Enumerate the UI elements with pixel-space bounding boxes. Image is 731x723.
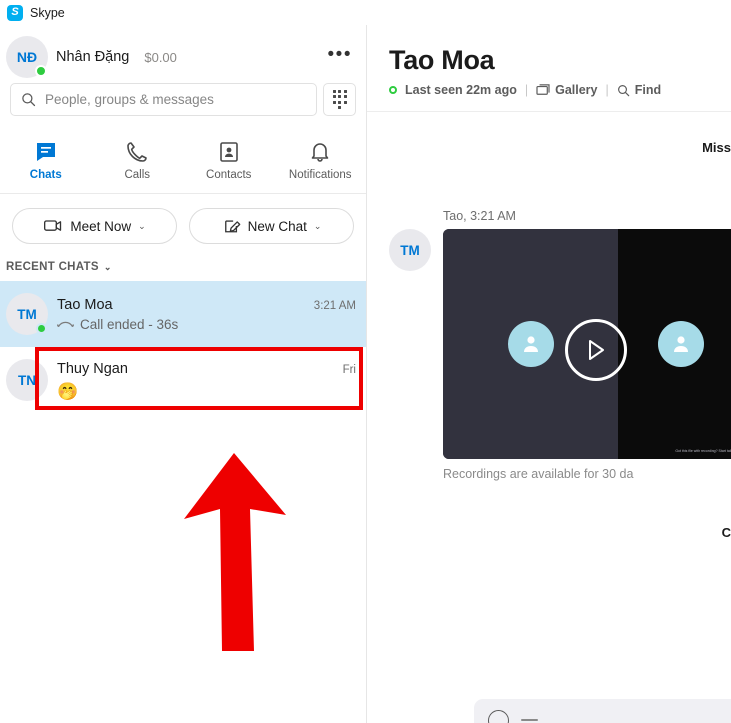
skype-logo-icon: S (7, 4, 23, 21)
presence-ring-icon (389, 86, 397, 94)
new-chat-button[interactable]: New Chat ⌄ (189, 208, 354, 244)
chat-item-preview: 🤭 (57, 381, 356, 400)
window-title: Skype (30, 5, 65, 20)
gallery-label: Gallery (555, 83, 598, 97)
avatar: TN (6, 359, 48, 401)
find-label: Find (634, 83, 662, 97)
chat-item-top: Thuy Ngan Fri (57, 361, 356, 377)
gallery-button[interactable]: Gallery (536, 83, 598, 97)
chat-list: TM Tao Moa 3:21 AM Call ended - 36s TN T… (0, 281, 366, 723)
dialpad-button[interactable] (323, 83, 356, 116)
call-ended-icon (57, 319, 74, 330)
chat-list-item-tao-moa[interactable]: TM Tao Moa 3:21 AM Call ended - 36s (0, 281, 366, 347)
gallery-icon (536, 84, 550, 96)
chevron-down-icon[interactable]: ⌄ (104, 262, 112, 273)
new-chat-label: New Chat (247, 218, 307, 234)
tab-calls[interactable]: Calls (92, 140, 184, 181)
conversation-meta: Last seen 22m ago | Gallery | Find (389, 83, 731, 97)
chat-item-content: Thuy Ngan Fri 🤭 (57, 361, 356, 400)
person-icon (657, 321, 704, 367)
search-box[interactable] (10, 83, 317, 116)
avatar: TM (6, 293, 48, 335)
meta-separator: | (605, 83, 609, 97)
chat-item-name: Thuy Ngan (57, 360, 128, 377)
tab-contacts-label: Contacts (206, 169, 252, 181)
nav-tabs: Chats Calls Contacts Notifications (0, 128, 366, 194)
message-author-time: Tao, 3:21 AM (443, 209, 516, 223)
search-icon (617, 84, 630, 97)
recent-chats-header[interactable]: RECENT CHATS ⌄ (0, 254, 366, 281)
chat-item-time: 3:21 AM (313, 299, 356, 312)
system-message-missed-call: Miss (702, 140, 731, 155)
chat-item-content: Tao Moa 3:21 AM Call ended - 36s (57, 297, 356, 332)
system-message-bottom: C (721, 525, 731, 540)
profile-balance: $0.00 (144, 49, 177, 65)
call-recording-thumbnail[interactable]: Got this file with recording? Start talk… (443, 229, 731, 459)
tab-contacts[interactable]: Contacts (183, 140, 275, 181)
emoji-icon: 🤭 (57, 381, 79, 401)
tab-chats-label: Chats (29, 169, 62, 181)
chat-icon (34, 140, 58, 164)
avatar[interactable]: NĐ (6, 36, 48, 78)
video-icon (43, 218, 63, 234)
compose-icon (222, 217, 241, 235)
chat-item-preview-text: Call ended - 36s (80, 316, 179, 332)
avatar-initials: TN (6, 359, 48, 401)
more-options-button[interactable]: ••• (328, 45, 352, 65)
meet-now-button[interactable]: Meet Now ⌄ (12, 208, 177, 244)
play-icon (585, 338, 607, 362)
chat-item-time: Fri (342, 363, 356, 376)
chat-item-preview: Call ended - 36s (57, 317, 356, 332)
presence-indicator-online (36, 323, 47, 334)
meta-separator: | (524, 83, 529, 97)
profile-name: Nhân Đặng (56, 49, 130, 65)
page-title: Tao Moa (389, 45, 495, 75)
action-buttons: Meet Now ⌄ New Chat ⌄ (0, 194, 366, 254)
video-pane-right (618, 229, 731, 459)
compose-placeholder-line (521, 718, 538, 722)
compose-message-box[interactable] (474, 699, 731, 723)
last-seen-status: Last seen 22m ago (405, 83, 517, 97)
message-column: Tao, 3:21 AM Got this file with recordin… (443, 209, 731, 481)
conversation-header: Tao Moa Last seen 22m ago | Gallery | Fi… (367, 25, 731, 112)
chat-item-top: Tao Moa 3:21 AM (57, 297, 356, 313)
tab-notifications-label: Notifications (288, 169, 352, 181)
search-row (0, 83, 366, 116)
conversation-body[interactable]: Miss TM Tao, 3:21 AM Got this file with … (367, 112, 731, 723)
video-tiny-caption: Got this file with recording? Start talk… (675, 449, 731, 453)
play-button[interactable] (565, 319, 627, 381)
emoji-picker-icon[interactable] (488, 709, 509, 723)
contacts-icon (217, 140, 241, 164)
conversation-pane: Tao Moa Last seen 22m ago | Gallery | Fi… (367, 25, 731, 723)
find-button[interactable]: Find (617, 83, 661, 97)
chevron-down-icon[interactable]: ⌄ (138, 221, 146, 232)
phone-icon (125, 140, 149, 164)
chat-item-name: Tao Moa (57, 296, 113, 313)
skype-app-window: S Skype NĐ Nhân Đặng $0.00 ••• People, g… (0, 0, 731, 723)
meet-now-label: Meet Now (70, 218, 132, 234)
person-icon (507, 321, 554, 367)
recording-availability-note: Recordings are available for 30 da (443, 467, 634, 481)
presence-indicator-online (35, 65, 47, 77)
search-input[interactable] (45, 92, 306, 107)
sidebar: NĐ Nhân Đặng $0.00 ••• People, groups & … (0, 25, 367, 723)
recent-chats-label: RECENT CHATS (6, 261, 99, 273)
dialpad-icon (332, 89, 347, 110)
tab-chats[interactable]: Chats (0, 140, 92, 181)
tab-calls-label: Calls (124, 169, 151, 181)
avatar-initials: TM (389, 229, 431, 271)
bell-icon (308, 140, 332, 164)
search-icon (21, 92, 36, 107)
chevron-down-icon[interactable]: ⌄ (314, 221, 322, 232)
app-body: NĐ Nhân Đặng $0.00 ••• People, groups & … (0, 25, 731, 723)
profile-row[interactable]: NĐ Nhân Đặng $0.00 ••• (0, 33, 366, 81)
chat-list-item-thuy-ngan[interactable]: TN Thuy Ngan Fri 🤭 (0, 347, 366, 413)
title-bar: S Skype (0, 0, 731, 25)
tab-notifications[interactable]: Notifications (275, 140, 367, 181)
message-block: TM Tao, 3:21 AM Got this file with recor… (389, 209, 731, 481)
